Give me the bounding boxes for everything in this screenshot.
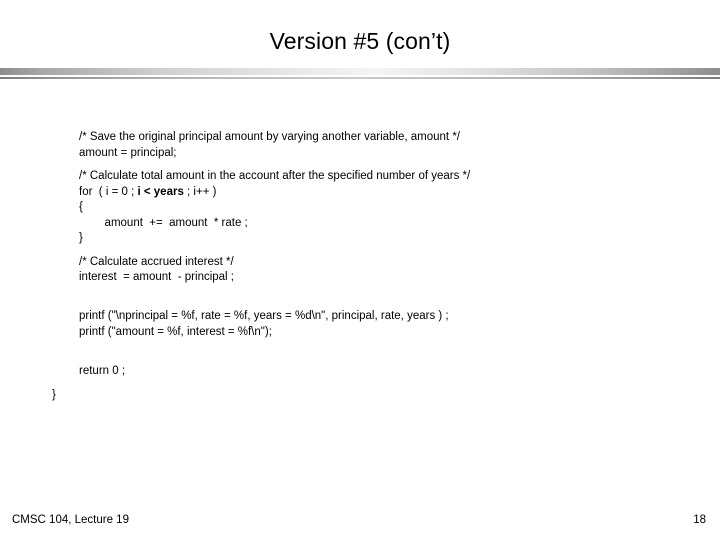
- footer-course-label: CMSC 104, Lecture 19: [12, 514, 129, 526]
- code-block: /* Save the original principal amount by…: [79, 130, 639, 379]
- code-line: printf ("\nprincipal = %f, rate = %f, ye…: [79, 310, 449, 322]
- code-fragment: ; i++ ): [183, 185, 217, 198]
- divider-bar-thick: [0, 68, 720, 75]
- footer-page-number: 18: [693, 514, 706, 526]
- code-paragraph: return 0 ;: [79, 348, 639, 379]
- code-paragraph: /* Calculate total amount in the account…: [79, 169, 639, 247]
- code-closing-brace: }: [52, 389, 56, 401]
- code-line: amount += amount * rate ;: [79, 216, 248, 229]
- code-emphasis: i < years: [137, 185, 184, 198]
- code-paragraph: /* Calculate accrued interest */ interest…: [79, 255, 639, 286]
- divider-bar-thin: [0, 77, 720, 79]
- code-line: {: [79, 201, 83, 213]
- title-divider: [0, 68, 720, 79]
- code-line: /* Calculate total amount in the account…: [79, 170, 471, 182]
- code-paragraph: /* Save the original principal amount by…: [79, 130, 639, 161]
- code-line: return 0 ;: [79, 364, 126, 377]
- code-line: amount = principal;: [79, 146, 177, 159]
- code-fragment: for ( i = 0 ;: [79, 185, 138, 198]
- code-line: printf ("amount = %f, interest = %f\n");: [79, 325, 272, 338]
- slide-canvas: Version #5 (con’t) /* Save the original …: [0, 0, 720, 540]
- code-line: for ( i = 0 ; i < years ; i++ ): [79, 185, 639, 201]
- code-line: /* Calculate accrued interest */: [79, 255, 234, 268]
- code-line: interest = amount - principal ;: [79, 271, 235, 283]
- code-line: }: [79, 232, 83, 244]
- page-title: Version #5 (con’t): [269, 28, 451, 54]
- code-line: /* Save the original principal amount by…: [79, 131, 460, 143]
- code-paragraph: printf ("\nprincipal = %f, rate = %f, ye…: [79, 294, 639, 341]
